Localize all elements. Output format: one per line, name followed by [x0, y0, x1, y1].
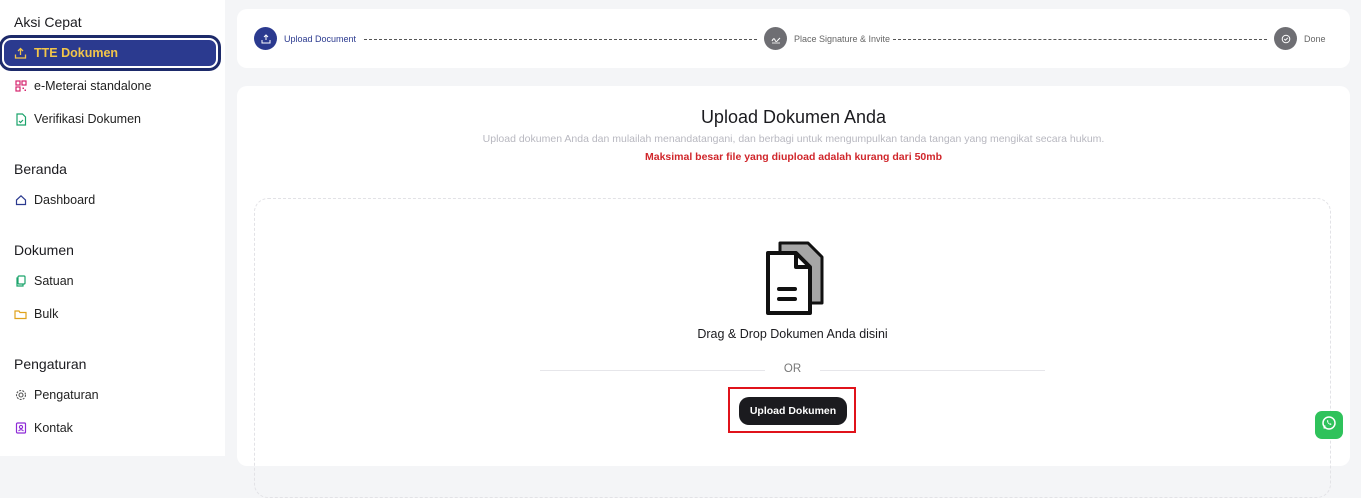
- step-label: Upload Document: [284, 33, 357, 44]
- page-subtitle: Upload dokumen Anda dan mulailah menanda…: [482, 133, 1105, 145]
- upload-card: Upload Dokumen Anda Upload dokumen Anda …: [237, 86, 1350, 498]
- sidebar-item-label: Dashboard: [34, 193, 96, 207]
- sidebar-item-label: Bulk: [34, 307, 59, 321]
- section-title-pengaturan: Pengaturan: [14, 356, 87, 372]
- sidebar-item-label: Kontak: [34, 421, 73, 435]
- section-title-aksi-cepat: Aksi Cepat: [14, 14, 82, 30]
- sidebar: Aksi Cepat TTE Dokumen e-Meterai standal…: [0, 0, 225, 456]
- qr-code-icon: [14, 80, 27, 93]
- sidebar-item-pengaturan[interactable]: Pengaturan: [2, 380, 218, 410]
- step-connector: [364, 39, 757, 40]
- sidebar-item-label: Satuan: [34, 274, 74, 288]
- step-label: Done: [1304, 33, 1326, 44]
- step-upload-document: Upload Document: [254, 27, 356, 50]
- file-size-warning: Maksimal besar file yang diupload adalah…: [644, 151, 942, 163]
- file-copy-icon: [14, 275, 27, 288]
- step-place-signature: Place Signature & Invite: [764, 27, 890, 50]
- upload-dokumen-button[interactable]: Upload Dokumen: [739, 397, 847, 425]
- sidebar-item-satuan[interactable]: Satuan: [2, 266, 218, 296]
- check-badge-icon: [1274, 27, 1297, 50]
- stepper: Upload Document Place Signature & Invite…: [237, 9, 1350, 68]
- sidebar-item-label: Pengaturan: [34, 388, 99, 402]
- sidebar-item-label: e-Meterai standalone: [34, 79, 152, 93]
- whatsapp-button[interactable]: [1315, 411, 1343, 439]
- or-divider-right: [820, 370, 1045, 371]
- or-text: OR: [783, 363, 802, 375]
- home-icon: [14, 194, 27, 207]
- documents-icon: [760, 237, 830, 317]
- sidebar-item-label: TTE Dokumen: [34, 46, 119, 60]
- sidebar-item-tte-dokumen[interactable]: TTE Dokumen: [2, 38, 218, 68]
- sidebar-item-label: Verifikasi Dokumen: [34, 112, 141, 126]
- whatsapp-icon: [1321, 415, 1337, 436]
- file-check-icon: [14, 112, 27, 126]
- step-label: Place Signature & Invite: [794, 33, 891, 44]
- page-title: Upload Dokumen Anda: [700, 107, 887, 127]
- step-done: Done: [1274, 27, 1326, 50]
- upload-tray-icon: [254, 27, 277, 50]
- dropzone[interactable]: Drag & Drop Dokumen Anda disini OR Uploa…: [254, 198, 1331, 498]
- upload-tray-icon: [14, 47, 27, 60]
- sidebar-item-e-meterai[interactable]: e-Meterai standalone: [2, 71, 218, 101]
- sidebar-item-kontak[interactable]: Kontak: [2, 413, 218, 443]
- step-connector: [893, 39, 1267, 40]
- drag-drop-text: Drag & Drop Dokumen Anda disini: [697, 327, 888, 341]
- signature-icon: [764, 27, 787, 50]
- sidebar-item-verifikasi-dokumen[interactable]: Verifikasi Dokumen: [2, 104, 218, 134]
- folder-icon: [14, 308, 27, 321]
- contact-book-icon: [14, 422, 27, 435]
- section-title-beranda: Beranda: [14, 161, 67, 177]
- sidebar-item-bulk[interactable]: Bulk: [2, 299, 218, 329]
- gear-icon: [14, 389, 27, 402]
- sidebar-item-dashboard[interactable]: Dashboard: [2, 185, 218, 215]
- section-title-dokumen: Dokumen: [14, 242, 74, 258]
